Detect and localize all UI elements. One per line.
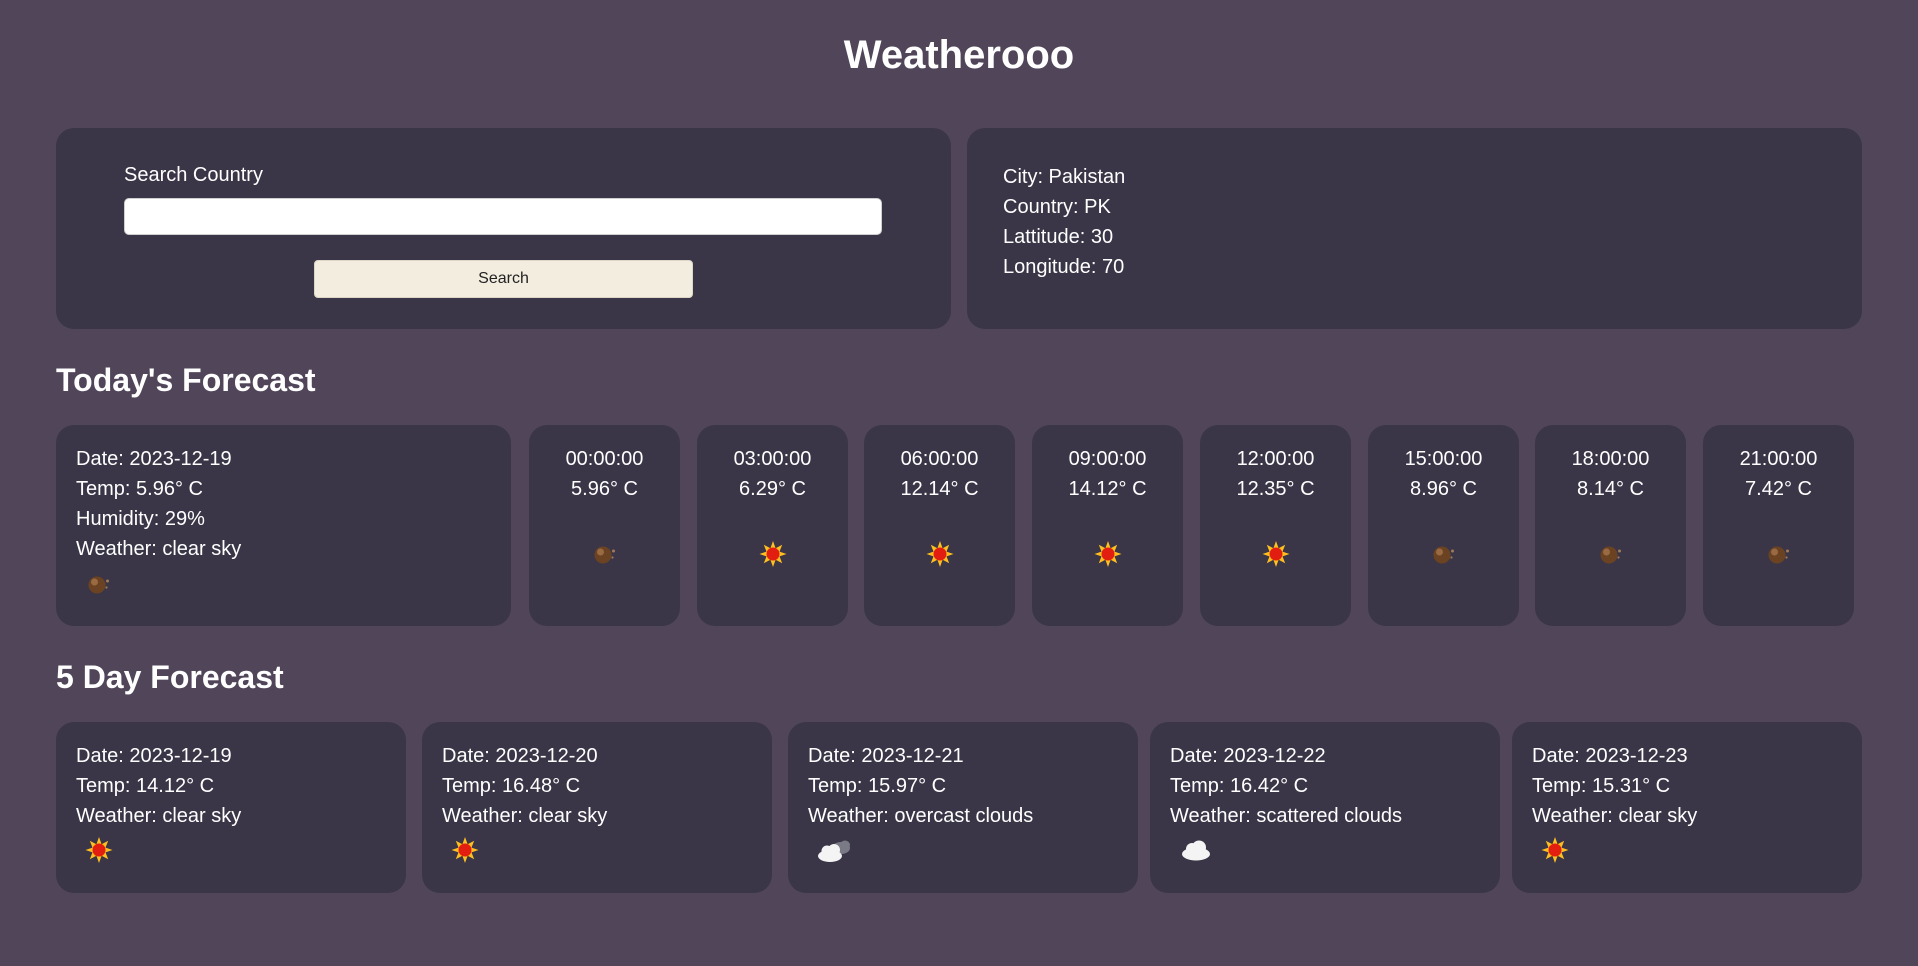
daily-forecast-card: Date: 2023-12-23 Temp: 15.31° C Weather:…: [1512, 722, 1862, 893]
today-summary-card: Date: 2023-12-19 Temp: 5.96° C Humidity:…: [56, 425, 511, 626]
hour-temp: 7.42° C: [1745, 478, 1812, 500]
hour-time: 18:00:00: [1571, 448, 1650, 470]
daily-forecast-card: Date: 2023-12-20 Temp: 16.48° C Weather:…: [422, 722, 772, 893]
hour-time: 00:00:00: [565, 448, 644, 470]
day-weather: Weather: clear sky: [76, 805, 242, 827]
day-date: Date: 2023-12-19: [76, 745, 232, 767]
country-line: Country: PK: [1003, 196, 1111, 218]
day-temp: Temp: 15.31° C: [1532, 775, 1671, 797]
hour-temp: 8.14° C: [1577, 478, 1644, 500]
today-date: Date: 2023-12-19: [76, 448, 232, 470]
cloud-icon: [1178, 835, 1210, 865]
today-temp: Temp: 5.96° C: [76, 478, 203, 500]
hourly-forecast-card: 21:00:00 7.42° C: [1703, 425, 1854, 626]
sun-icon: [1093, 539, 1123, 569]
sun-icon: [1261, 539, 1291, 569]
search-country-input[interactable]: [124, 198, 882, 235]
hour-time: 21:00:00: [1739, 448, 1818, 470]
hourly-forecast-card: 00:00:00 5.96° C: [529, 425, 680, 626]
clear-night-icon: [1429, 539, 1459, 569]
clear-night-icon: [1596, 539, 1626, 569]
search-panel: Search Country Search: [56, 128, 951, 329]
day-weather: Weather: overcast clouds: [808, 805, 1034, 827]
day-date: Date: 2023-12-20: [442, 745, 598, 767]
hour-temp: 6.29° C: [739, 478, 806, 500]
day-date: Date: 2023-12-23: [1532, 745, 1688, 767]
todays-forecast-heading: Today's Forecast: [56, 362, 316, 398]
search-country-label: Search Country: [124, 164, 263, 186]
sun-icon: [758, 539, 788, 569]
day-date: Date: 2023-12-22: [1170, 745, 1326, 767]
hourly-forecast-card: 12:00:00 12.35° C: [1200, 425, 1351, 626]
clear-night-icon: [84, 569, 114, 599]
app-title: Weatherooo: [843, 33, 1075, 77]
five-day-forecast-heading: 5 Day Forecast: [56, 659, 284, 695]
day-weather: Weather: clear sky: [442, 805, 608, 827]
sun-icon: [925, 539, 955, 569]
sun-icon: [450, 835, 480, 865]
sun-icon: [1540, 835, 1570, 865]
hour-time: 09:00:00: [1068, 448, 1147, 470]
clear-night-icon: [590, 539, 620, 569]
daily-forecast-card: Date: 2023-12-19 Temp: 14.12° C Weather:…: [56, 722, 406, 893]
day-weather: Weather: clear sky: [1532, 805, 1698, 827]
sun-icon: [84, 835, 114, 865]
daily-forecast-card: Date: 2023-12-22 Temp: 16.42° C Weather:…: [1150, 722, 1500, 893]
overcast-clouds-icon: [816, 835, 850, 865]
hour-temp: 8.96° C: [1410, 478, 1477, 500]
hour-temp: 5.96° C: [571, 478, 638, 500]
day-temp: Temp: 16.48° C: [442, 775, 581, 797]
today-weather: Weather: clear sky: [76, 538, 242, 560]
longitude-line: Longitude: 70: [1003, 256, 1125, 278]
day-date: Date: 2023-12-21: [808, 745, 964, 767]
clear-night-icon: [1764, 539, 1794, 569]
daily-forecast-card: Date: 2023-12-21 Temp: 15.97° C Weather:…: [788, 722, 1138, 893]
hour-temp: 12.35° C: [1236, 478, 1315, 500]
city-line: City: Pakistan: [1003, 166, 1126, 188]
hour-temp: 12.14° C: [900, 478, 979, 500]
day-weather: Weather: scattered clouds: [1170, 805, 1402, 827]
today-humidity: Humidity: 29%: [76, 508, 205, 530]
hour-time: 06:00:00: [900, 448, 979, 470]
hourly-forecast-card: 09:00:00 14.12° C: [1032, 425, 1183, 626]
latitude-line: Lattitude: 30: [1003, 226, 1114, 248]
hourly-forecast-card: 15:00:00 8.96° C: [1368, 425, 1519, 626]
hour-time: 15:00:00: [1404, 448, 1483, 470]
hour-time: 03:00:00: [733, 448, 812, 470]
hourly-forecast-card: 18:00:00 8.14° C: [1535, 425, 1686, 626]
hourly-forecast-card: 03:00:00 6.29° C: [697, 425, 848, 626]
hour-temp: 14.12° C: [1068, 478, 1147, 500]
day-temp: Temp: 16.42° C: [1170, 775, 1309, 797]
hour-time: 12:00:00: [1236, 448, 1315, 470]
hourly-forecast-card: 06:00:00 12.14° C: [864, 425, 1015, 626]
location-info-panel: City: Pakistan Country: PK Lattitude: 30…: [967, 128, 1862, 329]
day-temp: Temp: 14.12° C: [76, 775, 215, 797]
search-button[interactable]: Search: [314, 260, 693, 298]
day-temp: Temp: 15.97° C: [808, 775, 947, 797]
